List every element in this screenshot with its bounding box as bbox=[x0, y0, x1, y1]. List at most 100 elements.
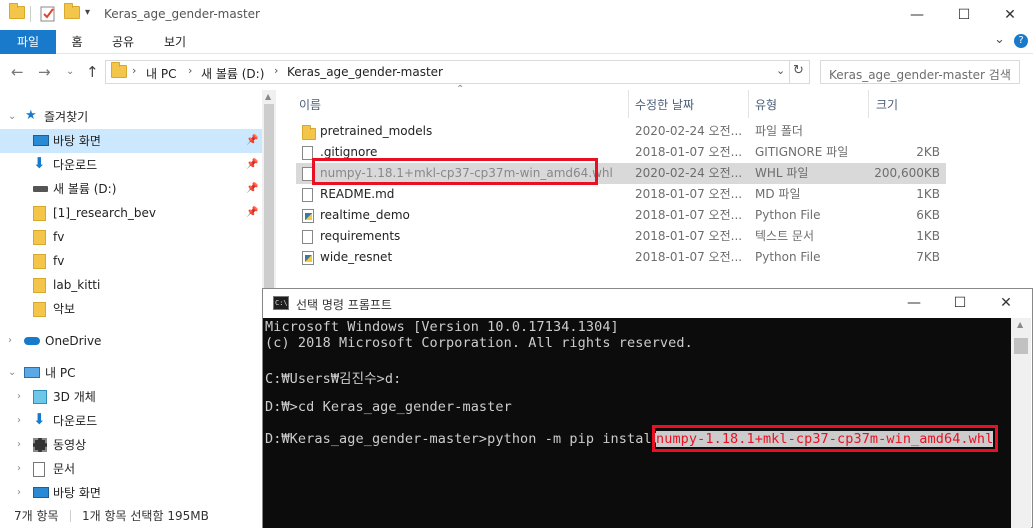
file-type: Python File bbox=[755, 208, 821, 222]
new-folder-icon[interactable] bbox=[64, 3, 80, 22]
refresh-icon[interactable]: ↻ bbox=[793, 63, 804, 78]
nav-downloads[interactable]: ⬇ 다운로드 📌 bbox=[0, 153, 262, 177]
folder-icon bbox=[33, 278, 46, 293]
nav-label: 바탕 화면 bbox=[53, 486, 101, 500]
breadcrumb-current-folder[interactable]: Keras_age_gender-master bbox=[287, 65, 443, 79]
file-size: 1KB bbox=[916, 187, 940, 201]
chevron-down-icon[interactable]: ⌄ bbox=[8, 361, 16, 385]
nav-onedrive[interactable]: › OneDrive bbox=[0, 329, 262, 353]
nav-volume-d[interactable]: 새 볼륨 (D:) 📌 bbox=[0, 177, 262, 201]
nav-folder-lab-kitti[interactable]: lab_kitti bbox=[0, 273, 262, 297]
nav-label: fv bbox=[53, 230, 65, 244]
breadcrumb-volume-d[interactable]: 새 볼륨 (D:) bbox=[201, 65, 264, 82]
nav-quick-access[interactable]: ⌄ ★ 즐겨찾기 bbox=[0, 105, 262, 129]
recent-locations-icon[interactable]: ⌄ bbox=[66, 66, 74, 77]
file-date: 2020-02-24 오전... bbox=[635, 166, 743, 180]
pin-icon[interactable]: 📌 bbox=[246, 153, 258, 177]
nav-this-pc[interactable]: ⌄ 내 PC bbox=[0, 361, 262, 385]
tab-view[interactable]: 보기 bbox=[158, 30, 192, 54]
nav-label: 다운로드 bbox=[53, 414, 98, 428]
nav-folder-sheet-music[interactable]: 악보 bbox=[0, 297, 262, 321]
column-header-name[interactable]: 이름 bbox=[299, 94, 321, 116]
column-header-size[interactable]: 크기 bbox=[876, 94, 898, 116]
ribbon-expand-icon[interactable]: ⌄ bbox=[994, 32, 1005, 47]
cmd-maximize-button[interactable]: ☐ bbox=[937, 289, 983, 318]
nav-folder-fv-1[interactable]: fv bbox=[0, 225, 262, 249]
nav-documents[interactable]: › 문서 bbox=[0, 457, 262, 481]
cube-icon bbox=[33, 390, 47, 404]
nav-label: 다운로드 bbox=[53, 158, 98, 172]
cmd-close-button[interactable]: ✕ bbox=[983, 289, 1029, 318]
pin-icon[interactable]: 📌 bbox=[246, 201, 258, 225]
file-row[interactable]: wide_resnet 2018-01-07 오전... Python File… bbox=[296, 247, 946, 268]
column-divider[interactable] bbox=[868, 90, 869, 118]
breadcrumb-this-pc[interactable]: 내 PC bbox=[146, 65, 176, 82]
help-icon[interactable]: ? bbox=[1014, 34, 1028, 48]
file-row[interactable]: requirements 2018-01-07 오전... 텍스트 문서 1KB bbox=[296, 226, 946, 247]
properties-icon[interactable] bbox=[40, 6, 56, 22]
nav-research-bev[interactable]: [1]_research_bev 📌 bbox=[0, 201, 262, 225]
back-icon[interactable]: ← bbox=[11, 63, 24, 81]
file-type: GITIGNORE 파일 bbox=[755, 145, 849, 159]
column-divider[interactable] bbox=[628, 90, 629, 118]
chevron-down-icon[interactable]: ⌄ bbox=[8, 105, 16, 129]
address-dropdown-icon[interactable]: ⌄ bbox=[776, 64, 785, 77]
minimize-button[interactable]: — bbox=[894, 0, 940, 30]
pin-icon[interactable]: 📌 bbox=[246, 177, 258, 201]
chevron-right-icon[interactable]: › bbox=[17, 481, 21, 505]
column-header-type[interactable]: 유형 bbox=[755, 94, 777, 116]
film-icon bbox=[33, 438, 47, 452]
drive-icon bbox=[33, 186, 48, 192]
sort-ascending-icon: ⌃ bbox=[456, 84, 465, 95]
search-input[interactable]: Keras_age_gender-master 검색 bbox=[820, 60, 1020, 84]
selection-info: 1개 항목 선택함 195MB bbox=[82, 509, 209, 523]
folder-icon bbox=[33, 254, 46, 269]
scroll-up-icon[interactable]: ▲ bbox=[265, 92, 271, 101]
file-name: README.md bbox=[320, 187, 395, 201]
file-type: Python File bbox=[755, 250, 821, 264]
tab-file[interactable]: 파일 bbox=[0, 30, 56, 54]
close-button[interactable]: ✕ bbox=[987, 0, 1033, 30]
nav-pc-desktop[interactable]: › 바탕 화면 bbox=[0, 481, 262, 505]
maximize-button[interactable]: ☐ bbox=[941, 0, 987, 30]
scroll-up-icon[interactable]: ▲ bbox=[1017, 320, 1023, 329]
nav-label: fv bbox=[53, 254, 65, 268]
divider bbox=[30, 6, 31, 22]
tab-home[interactable]: 홈 bbox=[62, 30, 92, 54]
forward-icon[interactable]: → bbox=[38, 63, 51, 81]
address-bar[interactable]: › 내 PC › 새 볼륨 (D:) › Keras_age_gender-ma… bbox=[105, 60, 810, 84]
chevron-right-icon[interactable]: › bbox=[17, 433, 21, 457]
status-bar: 7개 항목 1개 항목 선택함 195MB bbox=[0, 504, 262, 528]
chevron-right-icon[interactable]: › bbox=[17, 457, 21, 481]
file-row[interactable]: README.md 2018-01-07 오전... MD 파일 1KB bbox=[296, 184, 946, 205]
pin-icon[interactable]: 📌 bbox=[246, 129, 258, 153]
column-header-date[interactable]: 수정한 날짜 bbox=[635, 94, 694, 116]
chevron-right-icon[interactable]: › bbox=[132, 64, 136, 77]
up-icon[interactable]: ↑ bbox=[86, 63, 99, 81]
chevron-right-icon[interactable]: › bbox=[274, 64, 278, 77]
file-row[interactable]: pretrained_models 2020-02-24 오전... 파일 폴더 bbox=[296, 121, 946, 142]
cmd-minimize-button[interactable]: — bbox=[891, 289, 937, 318]
console-line: C:₩Users₩김진수>d: bbox=[265, 371, 402, 387]
divider bbox=[70, 510, 71, 522]
chevron-right-icon[interactable]: › bbox=[8, 329, 12, 353]
nav-label: 3D 개체 bbox=[53, 390, 96, 404]
console-line: D:₩Keras_age_gender-master>python -m pip… bbox=[265, 431, 669, 447]
console-line: Microsoft Windows [Version 10.0.17134.13… bbox=[265, 319, 619, 335]
column-divider[interactable] bbox=[748, 90, 749, 118]
nav-desktop[interactable]: 바탕 화면 📌 bbox=[0, 129, 262, 153]
chevron-right-icon[interactable]: › bbox=[17, 385, 21, 409]
nav-folder-fv-2[interactable]: fv bbox=[0, 249, 262, 273]
chevron-right-icon[interactable]: › bbox=[17, 409, 21, 433]
cmd-scrollbar-thumb[interactable] bbox=[1014, 338, 1028, 354]
customize-toolbar-icon[interactable]: ▾ bbox=[85, 7, 90, 18]
nav-pc-downloads[interactable]: › ⬇ 다운로드 bbox=[0, 409, 262, 433]
chevron-right-icon[interactable]: › bbox=[188, 64, 192, 77]
nav-3d-objects[interactable]: › 3D 개체 bbox=[0, 385, 262, 409]
nav-videos[interactable]: › 동영상 bbox=[0, 433, 262, 457]
tab-share[interactable]: 공유 bbox=[106, 30, 140, 54]
nav-label: 새 볼륨 (D:) bbox=[53, 182, 117, 196]
file-row[interactable]: realtime_demo 2018-01-07 오전... Python Fi… bbox=[296, 205, 946, 226]
cmd-console[interactable]: Microsoft Windows [Version 10.0.17134.13… bbox=[263, 318, 1011, 528]
navigation-pane: ⌄ ★ 즐겨찾기 바탕 화면 📌 ⬇ 다운로드 📌 새 볼륨 (D:) 📌 [1… bbox=[0, 90, 262, 502]
